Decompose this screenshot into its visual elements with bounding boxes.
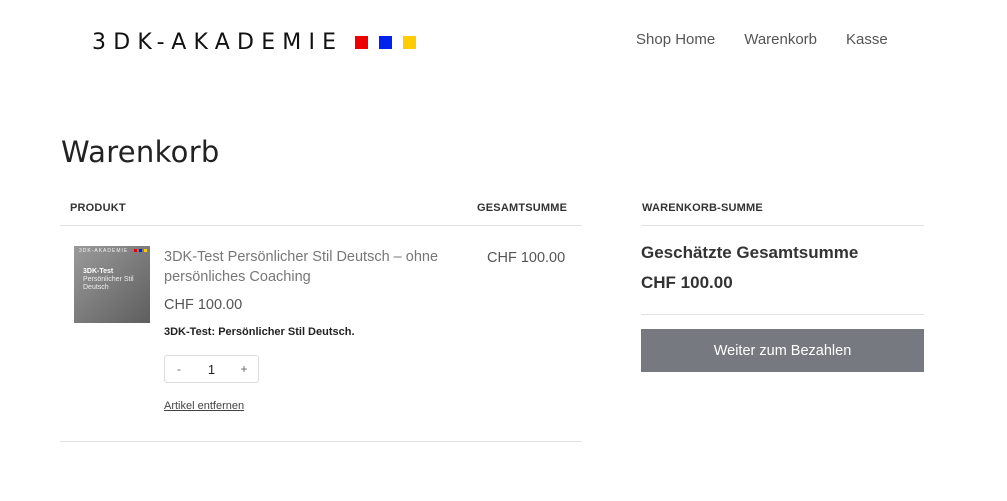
thumbnail-yellow-square <box>144 249 147 252</box>
nav-kasse[interactable]: Kasse <box>846 31 888 48</box>
summary-divider <box>641 314 924 315</box>
quantity-stepper: - 1 + <box>164 355 259 383</box>
site-logo[interactable]: 3DK-AKADEMIE <box>92 30 417 55</box>
thumbnail-title: 3DK-Test <box>83 268 114 275</box>
logo-text: 3DK-AKADEMIE <box>92 30 344 55</box>
quantity-decrement-button[interactable]: - <box>165 362 193 376</box>
summary-heading: WARENKORB-SUMME <box>642 202 763 214</box>
thumbnail-red-square <box>134 249 137 252</box>
logo-red-square <box>355 36 369 49</box>
thumbnail-blue-square <box>139 249 142 252</box>
thumbnail-brand: 3DK-AKADEMIE <box>79 248 129 254</box>
product-thumbnail[interactable]: 3DK-AKADEMIE 3DK-Test Persönlicher Stil … <box>74 246 150 323</box>
line-total: CHF 100.00 <box>487 250 566 266</box>
page-title: Warenkorb <box>61 135 220 169</box>
logo-blue-square <box>379 36 393 49</box>
logo-yellow-square <box>403 36 417 49</box>
table-bottom-divider <box>60 441 582 442</box>
column-header-total: GESAMTSUMME <box>477 202 568 214</box>
nav-shop-home[interactable]: Shop Home <box>636 31 715 48</box>
estimated-total-label: Geschätzte Gesamtsumme <box>641 243 859 262</box>
column-header-product: PRODUKT <box>70 202 126 214</box>
quantity-input[interactable]: 1 <box>193 362 230 377</box>
thumbnail-language: Deutsch <box>83 284 109 291</box>
product-description: 3DK-Test: Persönlicher Stil Deutsch. <box>164 326 355 338</box>
quantity-increment-button[interactable]: + <box>230 362 258 376</box>
summary-header-divider <box>641 225 924 226</box>
product-name-link[interactable]: 3DK-Test Persönlicher Stil Deutsch – ohn… <box>164 247 474 287</box>
estimated-total-value: CHF 100.00 <box>641 273 733 292</box>
remove-item-link[interactable]: Artikel entfernen <box>164 400 244 412</box>
main-nav: Shop Home Warenkorb Kasse <box>636 31 917 48</box>
thumbnail-subtitle: Persönlicher Stil <box>83 276 134 283</box>
checkout-button[interactable]: Weiter zum Bezahlen <box>641 329 924 372</box>
nav-warenkorb[interactable]: Warenkorb <box>744 31 817 48</box>
product-price: CHF 100.00 <box>164 297 243 313</box>
table-header-divider <box>60 225 582 226</box>
